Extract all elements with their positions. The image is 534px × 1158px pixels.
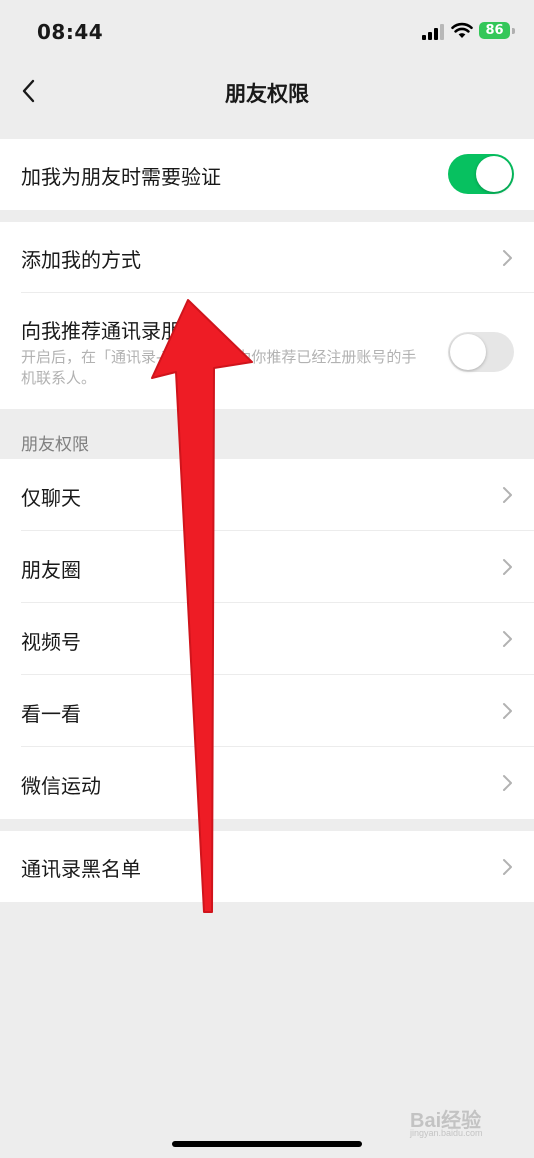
chevron-right-icon — [503, 487, 512, 503]
permissions-section-header: 朋友权限 — [21, 435, 89, 455]
permission-row-top-stories[interactable]: 看一看 — [0, 675, 534, 747]
toggle-knob — [450, 334, 486, 370]
cellular-signal-icon — [422, 24, 448, 40]
add-methods-label: 添加我的方式 — [21, 248, 141, 272]
blacklist-group: 通讯录黑名单 — [0, 831, 534, 902]
battery-cap — [512, 28, 515, 34]
add-methods-row[interactable]: 添加我的方式 — [0, 222, 534, 293]
chevron-right-icon — [503, 631, 512, 647]
verify-toggle[interactable] — [448, 154, 514, 194]
toggle-knob — [476, 156, 512, 192]
chevron-right-icon — [503, 775, 512, 791]
baidu-jingyan-watermark: Bai经验 jingyan.baidu.com — [410, 1100, 520, 1140]
permissions-group: 仅聊天 朋友圈 视频号 看一看 微信运动 — [0, 459, 534, 819]
page-title: 朋友权限 — [225, 82, 309, 106]
recommend-contacts-label: 向我推荐通讯录朋友 — [21, 319, 201, 343]
permission-row-werun[interactable]: 微信运动 — [0, 747, 534, 819]
wifi-icon — [451, 22, 473, 38]
blacklist-label: 通讯录黑名单 — [21, 857, 141, 881]
status-bar: 08:44 86 — [0, 0, 534, 62]
battery-icon: 86 — [479, 22, 510, 39]
permission-label: 微信运动 — [21, 774, 101, 798]
permission-label: 仅聊天 — [21, 486, 81, 510]
permission-label: 朋友圈 — [21, 558, 81, 582]
recommend-contacts-description: 开启后，在「通讯录-新的朋友」为你推荐已经注册账号的手机联系人。 — [21, 348, 417, 387]
permission-row-chat-only[interactable]: 仅聊天 — [0, 459, 534, 531]
verify-group: 加我为朋友时需要验证 — [0, 139, 534, 210]
blacklist-row[interactable]: 通讯录黑名单 — [0, 831, 534, 902]
watermark-subtext: jingyan.baidu.com — [410, 1128, 483, 1138]
verify-row: 加我为朋友时需要验证 — [0, 139, 534, 210]
permission-row-channels[interactable]: 视频号 — [0, 603, 534, 675]
permission-label: 视频号 — [21, 630, 81, 654]
navigation-bar: 朋友权限 — [0, 62, 534, 120]
chevron-right-icon — [503, 859, 512, 875]
chevron-right-icon — [503, 250, 512, 266]
recommend-contacts-toggle[interactable] — [448, 332, 514, 372]
permission-label: 看一看 — [21, 702, 81, 726]
verify-label: 加我为朋友时需要验证 — [21, 165, 221, 189]
chevron-right-icon — [503, 559, 512, 575]
chevron-right-icon — [503, 703, 512, 719]
status-time: 08:44 — [37, 20, 104, 44]
permission-row-moments[interactable]: 朋友圈 — [0, 531, 534, 603]
row-divider — [21, 292, 534, 293]
home-indicator[interactable] — [172, 1141, 362, 1147]
